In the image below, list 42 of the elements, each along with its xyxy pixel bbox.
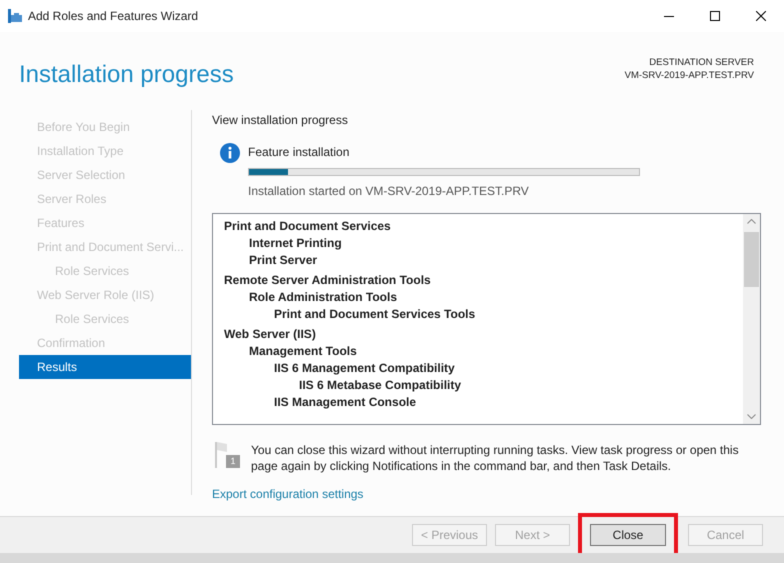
export-link[interactable]: Export configuration settings bbox=[212, 485, 364, 503]
destination-server: VM-SRV-2019-APP.TEST.PRV bbox=[624, 69, 754, 82]
feature-item: Print and Document Services bbox=[224, 218, 391, 235]
window-title: Add Roles and Features Wizard bbox=[28, 8, 198, 25]
sidebar-item[interactable]: Installation Type bbox=[19, 139, 191, 163]
status-message: Installation started on VM-SRV-2019-APP.TEST.PRV bbox=[248, 183, 530, 200]
sidebar-item[interactable]: Server Roles bbox=[19, 187, 191, 211]
sidebar-item[interactable]: Role Services bbox=[19, 259, 191, 283]
wizard-icon bbox=[8, 9, 22, 23]
sidebar-item[interactable]: Results bbox=[19, 355, 191, 379]
feature-item: IIS Management Console bbox=[274, 394, 416, 411]
count-badge: 1 bbox=[226, 455, 240, 468]
feature-item: Print and Document Services Tools bbox=[274, 306, 476, 323]
feature-item: Web Server (IIS) bbox=[224, 326, 316, 343]
sidebar-item[interactable]: Role Services bbox=[19, 307, 191, 331]
maximize-icon bbox=[710, 11, 720, 21]
feature-item: Management Tools bbox=[249, 343, 357, 360]
feature-item: Role Administration Tools bbox=[249, 289, 398, 306]
close-icon bbox=[756, 11, 766, 21]
destination-label: DESTINATION SERVER bbox=[649, 56, 754, 69]
scrollbar[interactable] bbox=[743, 214, 760, 424]
feature-item: IIS 6 Management Compatibility bbox=[274, 360, 455, 377]
sidebar-item[interactable]: Server Selection bbox=[19, 163, 191, 187]
feature-item: Remote Server Administration Tools bbox=[224, 272, 431, 289]
sidebar-item[interactable]: Web Server Role (IIS) bbox=[19, 283, 191, 307]
scrollbar-thumb[interactable] bbox=[744, 232, 759, 287]
wizard-button[interactable]: Close bbox=[590, 524, 666, 546]
sidebar-item[interactable]: Confirmation bbox=[19, 331, 191, 355]
section-heading: View installation progress bbox=[212, 112, 349, 129]
page-title: Installation progress bbox=[19, 60, 234, 90]
feature-item: Print Server bbox=[249, 252, 318, 269]
sidebar-item[interactable]: Print and Document Servi... bbox=[19, 235, 191, 259]
scroll-up-icon[interactable] bbox=[747, 219, 756, 224]
status-title: Feature installation bbox=[248, 144, 350, 161]
flag-icon bbox=[215, 442, 227, 468]
feature-item: Internet Printing bbox=[249, 235, 342, 252]
info-note: You can close this wizard without interrupting running tasks. View task progress or open this page again by clicking Notifications in the command bar, and then Task Details. bbox=[251, 442, 740, 474]
sidebar-item[interactable]: Features bbox=[19, 211, 191, 235]
scroll-down-icon[interactable] bbox=[747, 414, 756, 419]
feature-item: IIS 6 Metabase Compatibility bbox=[299, 377, 462, 394]
sidebar-item[interactable]: Before You Begin bbox=[19, 115, 191, 139]
info-icon bbox=[220, 143, 240, 163]
